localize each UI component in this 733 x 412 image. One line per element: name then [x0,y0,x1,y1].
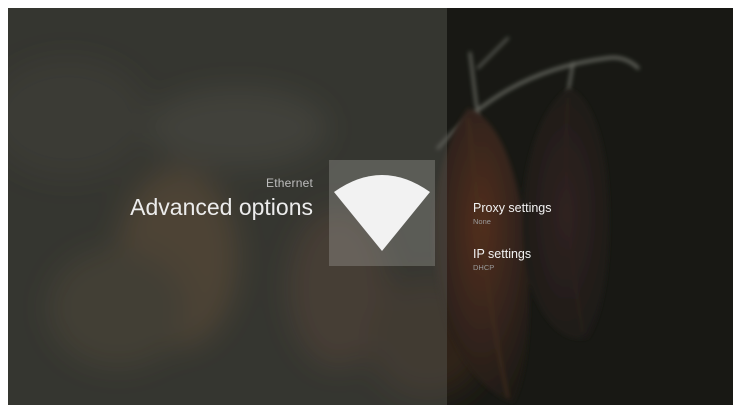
breadcrumb: Ethernet [266,176,313,190]
page-title: Advanced options [130,194,313,220]
page-frame: Ethernet Advanced options Proxy settings… [0,0,733,412]
guidance-text: Ethernet Advanced options [130,176,313,221]
ip-settings-title: IP settings [473,247,532,261]
proxy-settings-title: Proxy settings [473,201,552,215]
actions-list: Proxy settings None IP settings DHCP [473,201,713,293]
ip-settings-item[interactable]: IP settings DHCP [473,247,713,273]
tv-settings-screen: Ethernet Advanced options Proxy settings… [8,8,733,405]
proxy-settings-item[interactable]: Proxy settings None [473,201,713,227]
proxy-settings-description: None [473,217,491,226]
wifi-icon-tile [329,160,435,266]
ip-settings-description: DHCP [473,263,495,272]
wifi-icon [334,175,430,251]
